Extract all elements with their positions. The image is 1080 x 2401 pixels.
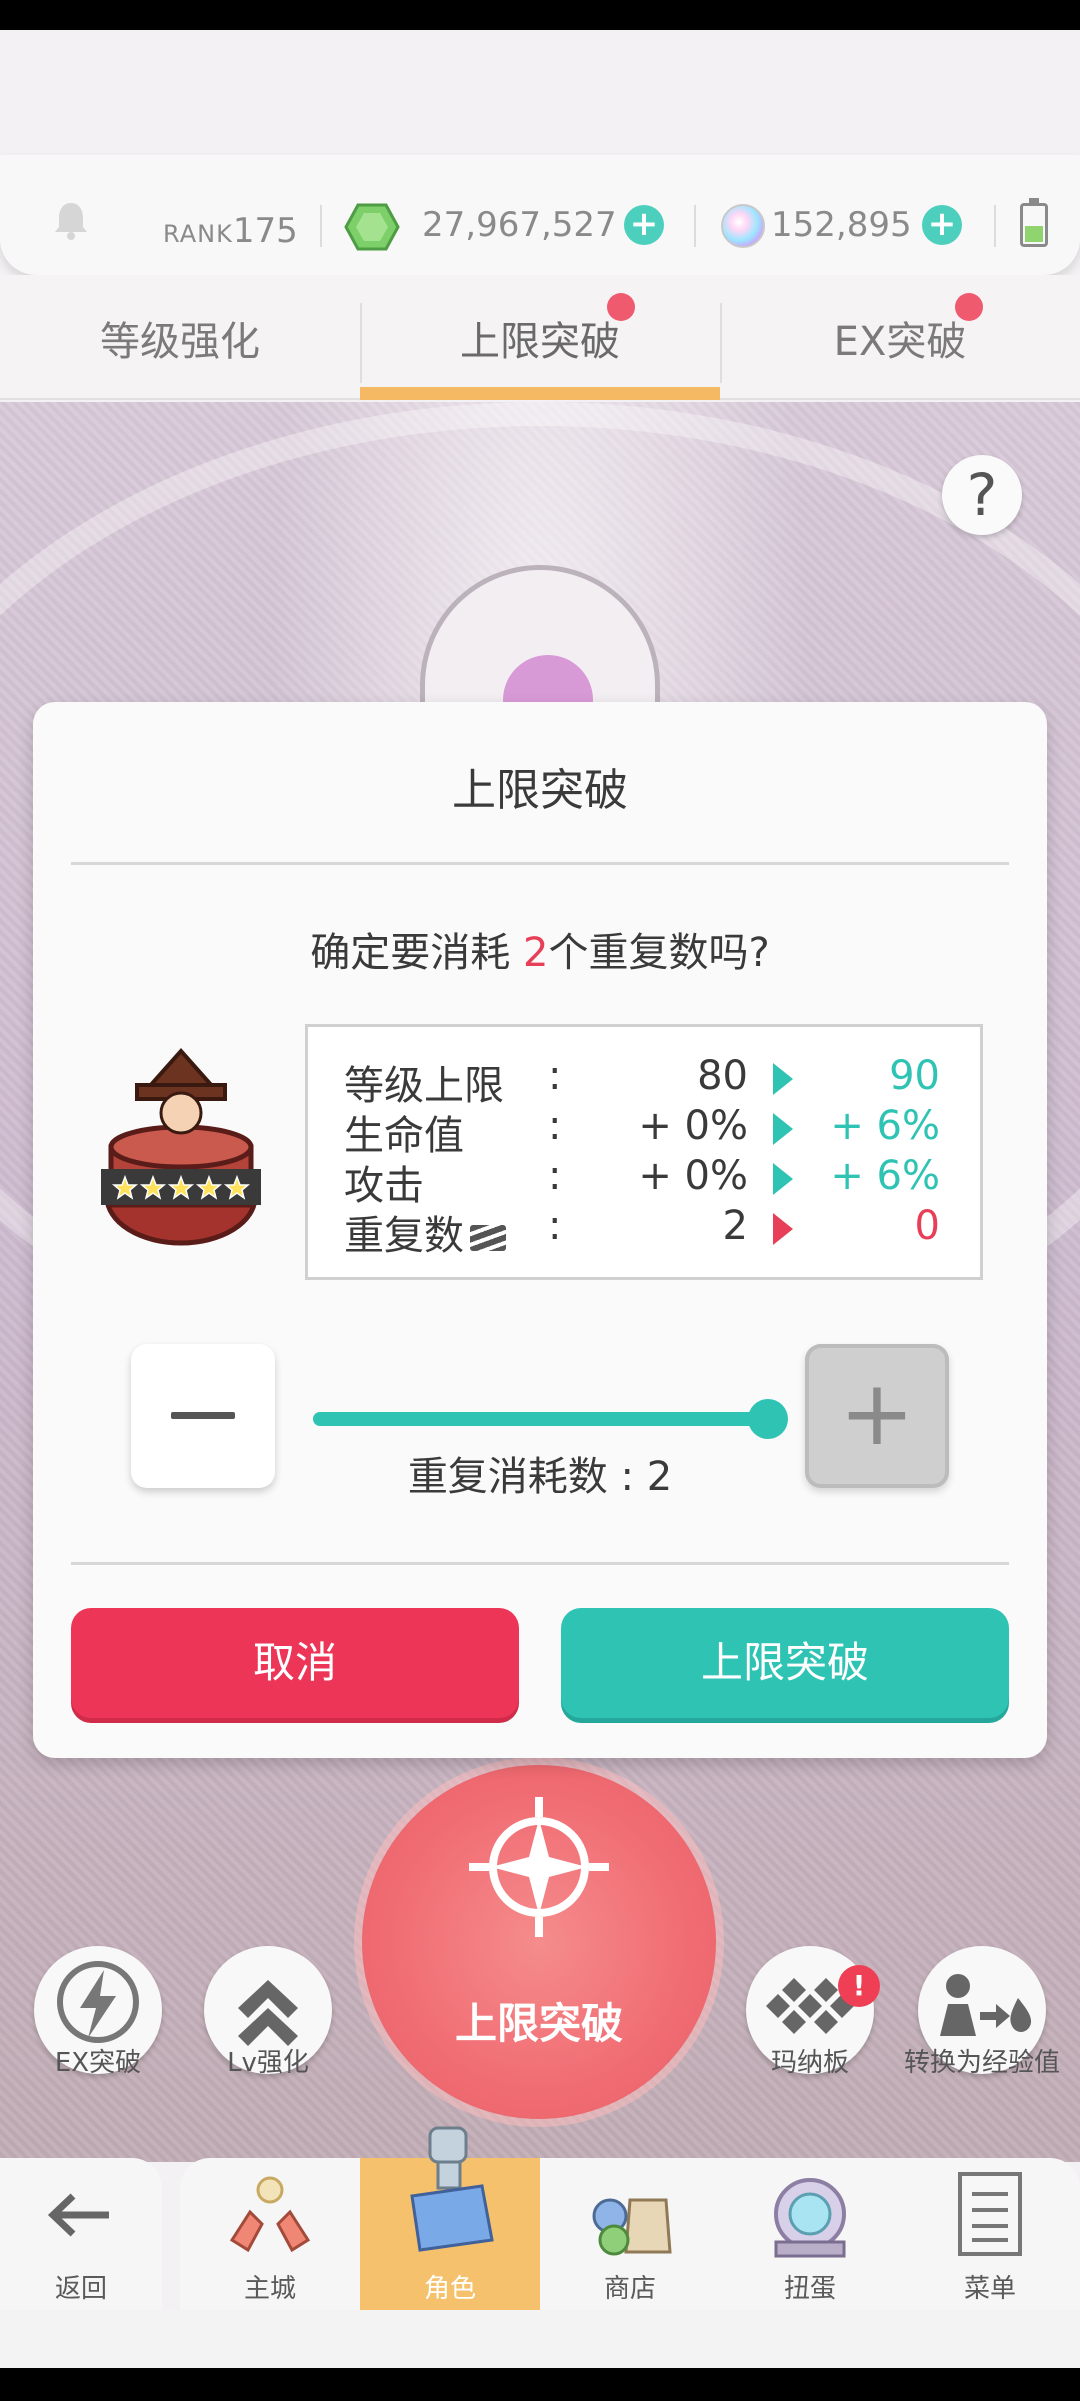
orb-count: 152,895 xyxy=(771,205,912,245)
question-prefix: 确定要消耗 xyxy=(310,930,524,976)
tab-label: 上限突破 xyxy=(460,318,620,365)
stat-to: + 6% xyxy=(830,1153,940,1199)
duplicate-stack-icon xyxy=(470,1225,506,1251)
add-gems-button[interactable]: + xyxy=(624,205,664,245)
stat-row-duplicates: 重复数 : 2 0 xyxy=(308,1203,980,1259)
stat-colon: : xyxy=(548,1203,562,1249)
active-tab-indicator xyxy=(360,387,720,400)
limit-break-dialog: 上限突破 确定要消耗 2个重复数吗? 等级上限 : 80 90 生命值: + … xyxy=(33,702,1047,1758)
help-button[interactable]: ? xyxy=(942,455,1022,535)
stat-from: 80 xyxy=(697,1053,748,1099)
character-portrait-icon xyxy=(101,1047,261,1246)
divider xyxy=(694,205,696,247)
stat-to: 90 xyxy=(889,1053,940,1099)
bell-icon[interactable] xyxy=(52,200,90,240)
stat-from: + 0% xyxy=(638,1103,748,1149)
green-gem-icon xyxy=(344,203,400,251)
nav-label-menu: 菜单 xyxy=(963,2274,1016,2304)
arrow-right-icon xyxy=(773,1213,793,1245)
nav-label-gacha: 扭蛋 xyxy=(783,2274,836,2304)
add-orbs-button[interactable]: + xyxy=(922,205,962,245)
limit-break-action-label: 上限突破 xyxy=(454,1999,623,2048)
divider xyxy=(71,1562,1009,1565)
divider xyxy=(71,862,1009,865)
rank-value: 175 xyxy=(232,211,298,251)
town-icon[interactable] xyxy=(222,2170,318,2260)
rank-display: RANK 175 xyxy=(163,211,298,251)
stat-label: 重复数 xyxy=(344,1203,506,1261)
tab-label: 等级强化 xyxy=(100,318,260,365)
bottom-strip xyxy=(0,2310,1080,2368)
tab-label: EX突破 xyxy=(833,318,967,365)
stat-to: 0 xyxy=(914,1203,940,1249)
convert-exp-label: 转换为经验值 xyxy=(903,2048,1060,2078)
tab-level-up[interactable]: 等级强化 xyxy=(0,275,360,400)
alert-badge: ! xyxy=(838,1965,880,2007)
menu-icon[interactable] xyxy=(942,2170,1038,2260)
arrow-right-icon xyxy=(773,1063,793,1095)
stat-colon: : xyxy=(548,1053,562,1099)
stat-row-hp: 生命值 : + 0% + 6% xyxy=(308,1103,980,1159)
battery-icon xyxy=(1020,198,1048,247)
back-arrow-icon xyxy=(47,2193,109,2237)
consume-count-label: 重复消耗数 : 2 xyxy=(407,1454,673,1500)
bottom-bezel xyxy=(0,2368,1080,2401)
gacha-icon[interactable] xyxy=(762,2170,858,2260)
divider xyxy=(320,205,322,247)
stat-label-text: 重复数 xyxy=(344,1213,464,1259)
divider xyxy=(994,205,996,247)
app-window: ? RANK 175 27,967,527 + 152,895 + 等级强化 上… xyxy=(0,30,1080,2368)
nav-label-character: 角色 xyxy=(423,2274,476,2304)
confirm-question: 确定要消耗 2个重复数吗? xyxy=(33,920,1047,978)
dialog-title: 上限突破 xyxy=(452,765,628,816)
question-suffix: 个重复数吗? xyxy=(548,930,770,976)
stat-from: + 0% xyxy=(638,1153,748,1199)
arrow-right-icon xyxy=(773,1163,793,1195)
mana-board-label: 玛纳板 xyxy=(770,2048,849,2078)
question-count: 2 xyxy=(523,930,549,976)
tab-limit-break[interactable]: 上限突破 xyxy=(360,275,720,400)
nav-label-shop: 商店 xyxy=(603,2274,656,2304)
gem-count: 27,967,527 xyxy=(422,205,617,245)
stat-from: 2 xyxy=(722,1203,748,1249)
arrow-right-icon xyxy=(773,1113,793,1145)
character-icon[interactable] xyxy=(402,2126,498,2256)
confirm-limit-break-button[interactable]: 上限突破 xyxy=(561,1608,1009,1718)
tab-ex-break[interactable]: EX突破 xyxy=(720,275,1080,400)
lv-up-label: Lv强化 xyxy=(227,2048,309,2078)
slider-handle[interactable] xyxy=(748,1399,788,1439)
rank-label: RANK xyxy=(163,220,233,248)
stat-to: + 6% xyxy=(830,1103,940,1149)
tab-bar: 等级强化 上限突破 EX突破 xyxy=(0,275,1080,400)
stat-colon: : xyxy=(548,1103,562,1149)
limit-break-action-button[interactable]: 上限突破 xyxy=(362,1765,716,2119)
notification-badge xyxy=(955,293,983,321)
status-bar: RANK 175 27,967,527 + 152,895 + xyxy=(0,155,1080,275)
stat-colon: : xyxy=(548,1153,562,1199)
notification-badge xyxy=(607,293,635,321)
stats-table: 等级上限 : 80 90 生命值 : + 0% + 6% 攻击 : + 0% +… xyxy=(305,1024,983,1280)
compass-star-icon xyxy=(469,1797,609,1937)
stat-row-attack: 攻击 : + 0% + 6% xyxy=(308,1153,980,1209)
nav-label-back: 返回 xyxy=(54,2274,107,2304)
consume-slider[interactable] xyxy=(313,1412,769,1426)
cancel-button[interactable]: 取消 xyxy=(71,1608,519,1718)
stat-row-level-cap: 等级上限 : 80 90 xyxy=(308,1053,980,1109)
shop-icon[interactable] xyxy=(582,2170,678,2260)
rainbow-orb-icon xyxy=(721,204,765,248)
nav-label-town: 主城 xyxy=(243,2274,296,2304)
